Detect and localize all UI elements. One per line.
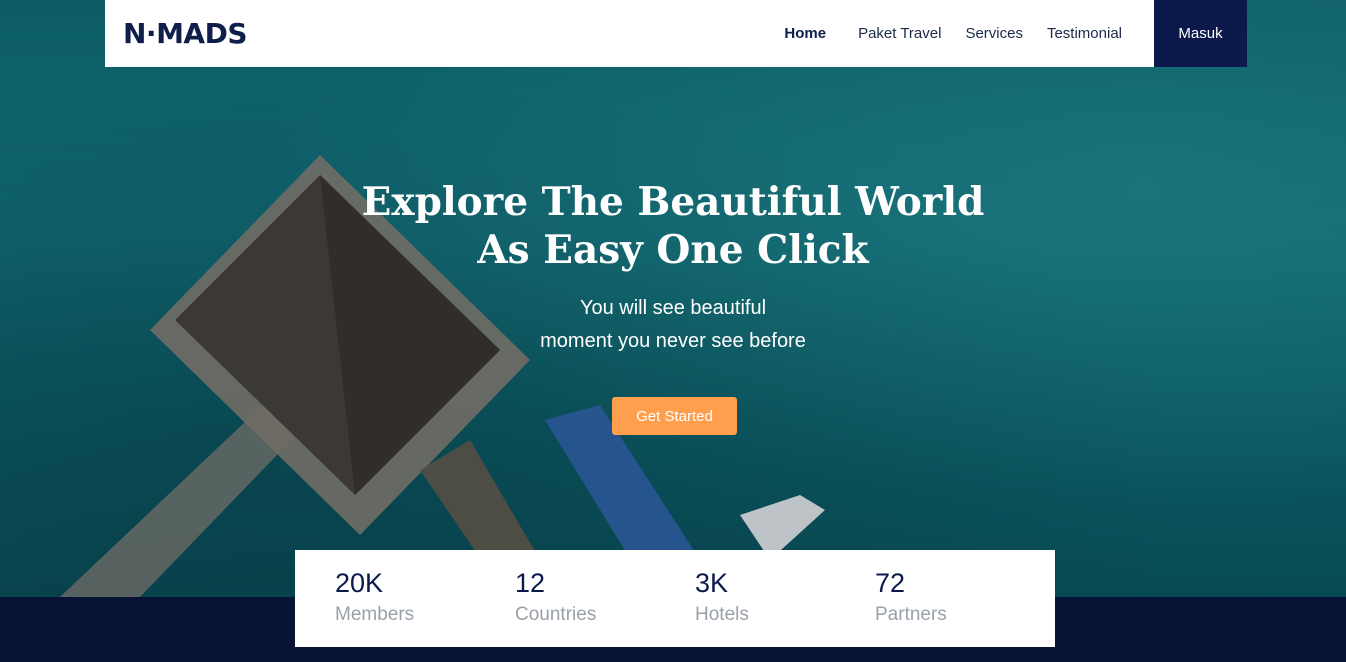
hero-title-line2: As Easy One Click: [477, 227, 869, 273]
stat-label: Countries: [515, 604, 597, 625]
nav-link-paket-travel[interactable]: Paket Travel: [858, 25, 941, 42]
nav-link-home[interactable]: Home: [784, 25, 826, 42]
navbar: N·MADS Home Paket Travel Services Testim…: [105, 0, 1247, 67]
stat-countries: 12 Countries: [515, 566, 695, 647]
stat-value: 72: [875, 568, 906, 598]
hero-subtitle-line2: moment you never see before: [540, 330, 806, 352]
nav-link-services[interactable]: Services: [965, 25, 1023, 42]
hero-subtitle: You will see beautiful moment you never …: [0, 292, 1346, 358]
stat-value: 12: [515, 568, 546, 598]
stat-label: Partners: [875, 604, 947, 625]
stats-card: 20K Members 12 Countries 3K Hotels 72 Pa…: [295, 550, 1055, 647]
hero-subtitle-line1: You will see beautiful: [579, 297, 767, 319]
nav-links: Home Paket Travel Services Testimonial: [760, 0, 1122, 67]
stat-value: 3K: [695, 568, 729, 598]
hero-title-line1: Explore The Beautiful World: [361, 179, 985, 225]
stat-partners: 72 Partners: [875, 566, 1055, 647]
hero-title: Explore The Beautiful World As Easy One …: [0, 178, 1346, 274]
stat-label: Members: [335, 604, 415, 625]
stat-label: Hotels: [695, 604, 749, 625]
stat-members: 20K Members: [335, 566, 515, 647]
brand-logo[interactable]: N·MADS: [123, 17, 248, 50]
nav-link-testimonial[interactable]: Testimonial: [1047, 25, 1122, 42]
login-button[interactable]: Masuk: [1154, 0, 1247, 67]
stat-hotels: 3K Hotels: [695, 566, 875, 647]
stat-value: 20K: [335, 568, 384, 598]
get-started-button[interactable]: Get Started: [612, 397, 737, 435]
